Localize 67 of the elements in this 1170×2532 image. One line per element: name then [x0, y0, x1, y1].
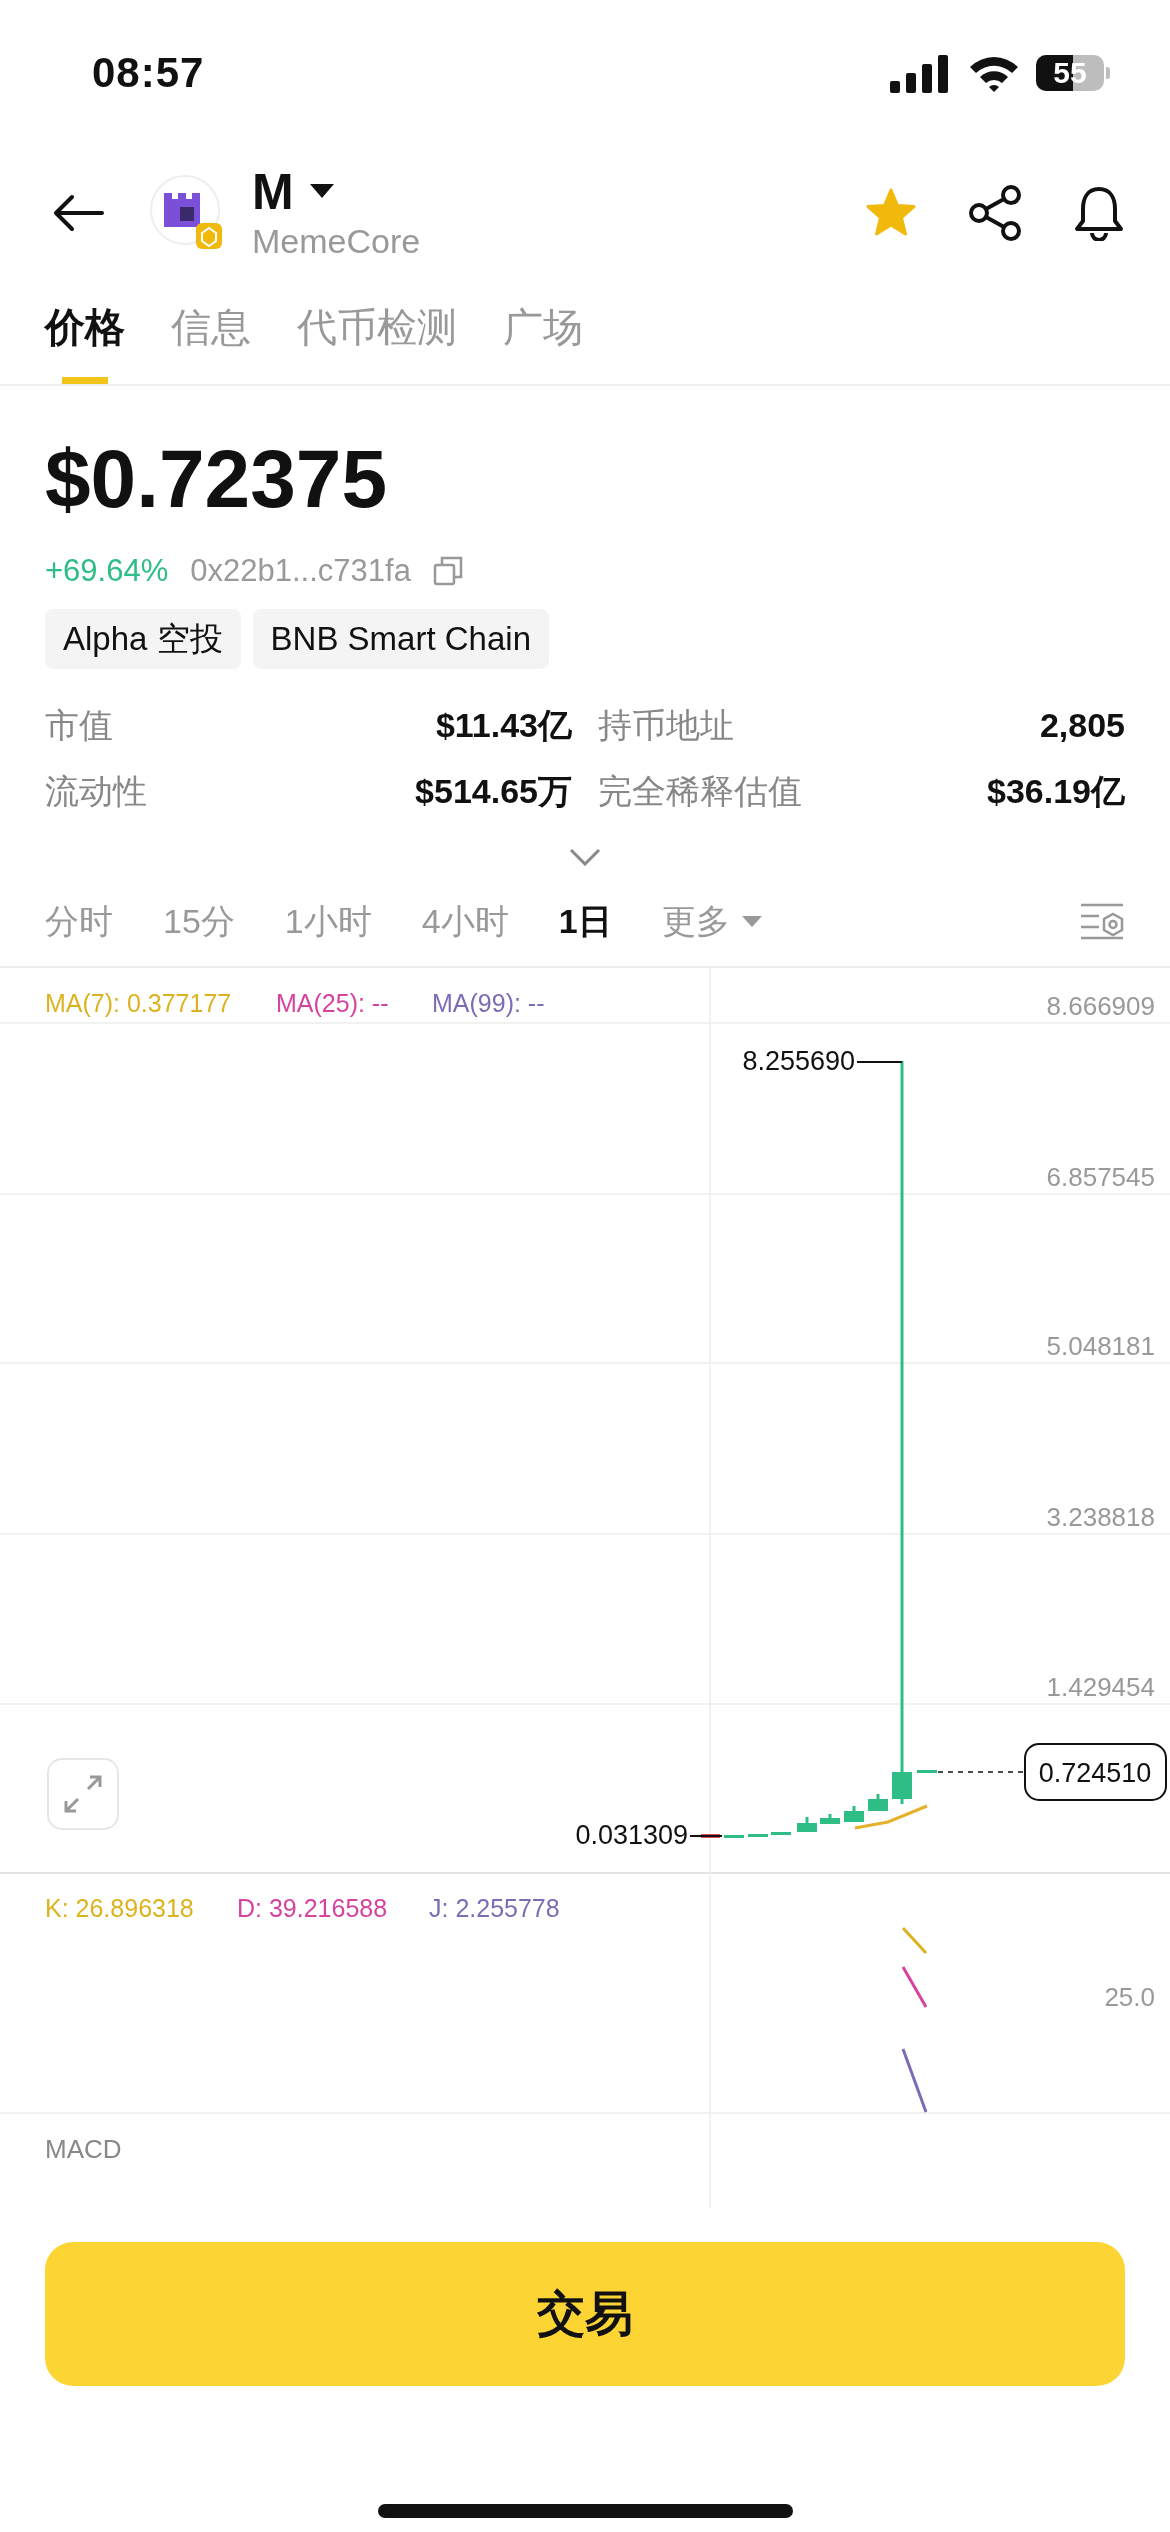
candlestick: [820, 1814, 840, 1824]
macd-label: MACD: [45, 2134, 122, 2164]
price-change: +69.64%: [45, 553, 169, 589]
candlestick: [748, 1834, 768, 1837]
high-price-label: 8.255690: [742, 1046, 855, 1076]
copy-icon[interactable]: [432, 556, 463, 586]
stat-label: 持币地址: [598, 705, 734, 746]
axis-label: 6.857545: [1046, 1162, 1155, 1192]
status-time: 08:57: [92, 49, 205, 97]
kdj-legend: D: 39.216588: [237, 1894, 388, 1922]
token-symbol[interactable]: M: [252, 164, 294, 220]
trade-button[interactable]: 交易: [45, 2242, 1125, 2386]
ma-legend: MA(99): --: [432, 989, 545, 1017]
price-value: $0.72375: [45, 432, 388, 526]
timeframe-tab[interactable]: 4小时: [421, 899, 509, 945]
tab[interactable]: 广场: [503, 280, 583, 384]
caret-icon[interactable]: [741, 916, 762, 928]
timeframe-tab[interactable]: 更多: [661, 899, 762, 945]
bell-icon[interactable]: [1073, 185, 1125, 241]
stat-value: $514.65万: [415, 771, 572, 812]
tab[interactable]: 信息: [171, 280, 251, 384]
stat-value: 2,805: [1039, 705, 1125, 746]
stat-label: 完全稀释估值: [598, 771, 802, 812]
stat-value: $11.43亿: [435, 705, 572, 746]
star-icon[interactable]: [865, 188, 917, 238]
stat-label: 市值: [45, 705, 113, 746]
axis-label: 3.238818: [1046, 1502, 1155, 1532]
candlestick: [771, 1832, 791, 1835]
indicator-line: [901, 2048, 928, 2113]
ma-legend: MA(25): --: [276, 989, 389, 1017]
indicator-line: [901, 1927, 928, 1954]
expand-button[interactable]: [47, 1758, 119, 1830]
axis-label: 8.666909: [1046, 991, 1155, 1021]
last-price-value: 0.724510: [1038, 1758, 1152, 1788]
indicator-line: [901, 1966, 928, 2008]
timeframe-tab[interactable]: 15分: [163, 899, 235, 945]
tag: Alpha 空投: [45, 609, 241, 669]
ma-legend: MA(7): 0.377177: [45, 989, 232, 1017]
low-price-label: 0.031309: [575, 1820, 688, 1850]
timeframe-tab[interactable]: 分时: [45, 899, 113, 945]
kdj-legend: J: 2.255778: [429, 1894, 560, 1922]
tag: BNB Smart Chain: [252, 609, 549, 669]
candlestick: [917, 1770, 937, 1773]
contract-address: 0x22b1...c731fa: [190, 553, 411, 589]
tab[interactable]: 价格: [45, 280, 125, 384]
axis-label: 25.0: [1104, 1982, 1155, 2012]
share-icon[interactable]: [967, 185, 1023, 241]
candlestick: [868, 1794, 888, 1811]
timeframe-tab[interactable]: 1日: [558, 899, 612, 945]
candlestick: [797, 1817, 817, 1832]
candlestick: [844, 1806, 864, 1822]
candlestick: [724, 1835, 744, 1838]
leader-line: [856, 1061, 903, 1063]
dropdown-caret-icon[interactable]: [309, 184, 334, 200]
timeframe-tab[interactable]: 1小时: [284, 899, 372, 945]
token-logo-icon: [150, 175, 224, 251]
chart-settings-icon[interactable]: [1079, 902, 1125, 942]
token-name: MemeCore: [252, 221, 421, 262]
chevron-down-icon[interactable]: [569, 848, 601, 866]
stat-value: $36.19亿: [987, 771, 1125, 812]
kdj-legend: K: 26.896318: [45, 1894, 194, 1922]
axis-label: 5.048181: [1046, 1331, 1155, 1361]
leader-line: [689, 1835, 723, 1837]
axis-label: 1.429454: [1046, 1672, 1155, 1702]
stat-label: 流动性: [45, 771, 147, 812]
candlestick: [701, 1834, 720, 1838]
tab[interactable]: 代币检测: [297, 280, 457, 384]
